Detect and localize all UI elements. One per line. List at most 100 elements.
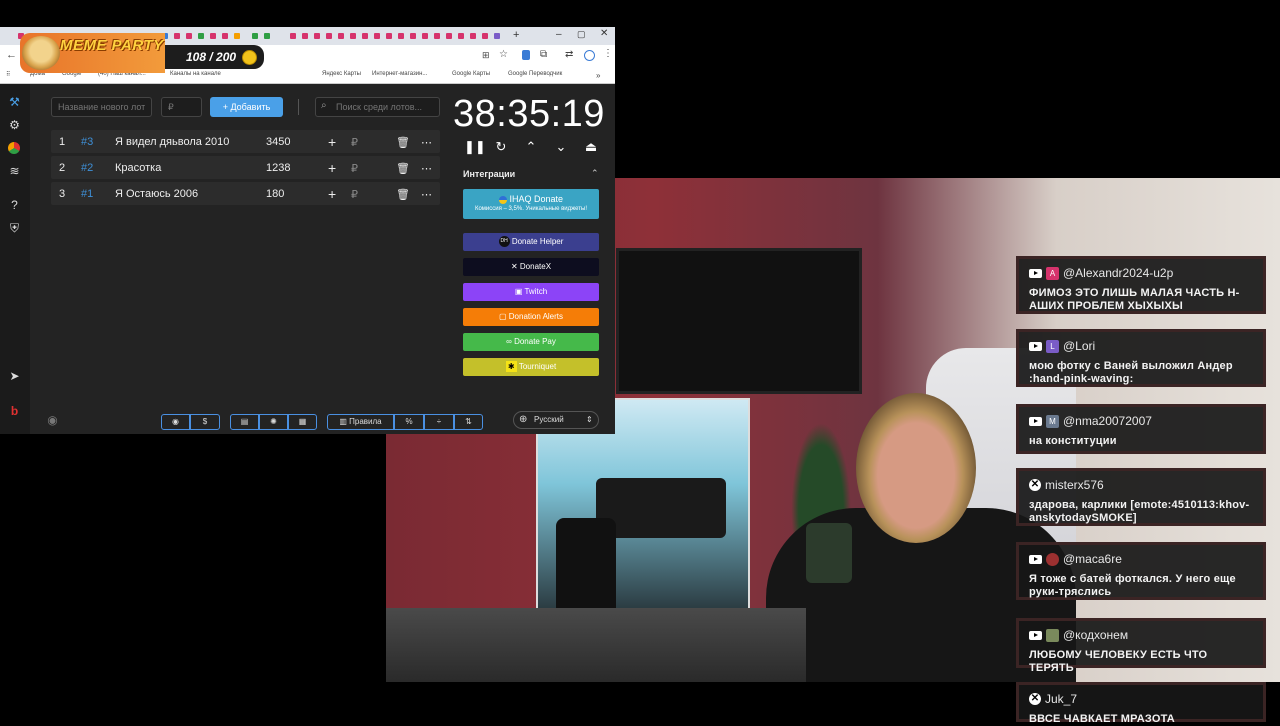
percent-icon[interactable]: % — [394, 414, 424, 430]
avatar: L — [1046, 339, 1059, 353]
lot-name[interactable]: Я видел дяьвола 2010 — [115, 136, 229, 148]
search-input[interactable] — [315, 97, 440, 117]
lot-row[interactable]: 3 #1 Я Остаюсь 2006 180 + ₽ 🗑 ⋯ — [51, 182, 440, 205]
extensions-icon[interactable]: ⧉ — [540, 49, 547, 60]
integration-label: Tourniquet — [518, 362, 557, 371]
trash-icon[interactable]: 🗑 — [396, 136, 410, 149]
menu-icon[interactable]: ⋮ — [603, 48, 613, 59]
lot-name[interactable]: Красотка — [115, 162, 161, 174]
layers-icon[interactable]: ≋ — [8, 165, 21, 178]
add-amount-button[interactable]: + — [328, 186, 336, 202]
twitch-icon: ▣ — [514, 287, 523, 296]
donate-pay-icon: ∞ — [506, 337, 512, 346]
telegram-icon[interactable]: ➤ — [8, 370, 21, 383]
lot-amount[interactable]: 3450 — [266, 136, 290, 148]
ihaq-donate-button[interactable]: IHAQ Donate Комиссия – 3,5%. Уникальные … — [463, 189, 599, 219]
minimize-icon[interactable]: – — [556, 29, 562, 40]
chat-text: мою фотку с Ваней выложил Андер :hand-pi… — [1029, 360, 1233, 385]
new-tab-icon[interactable]: + — [513, 29, 519, 41]
lot-row[interactable]: 1 #3 Я видел дяьвола 2010 3450 + ₽ 🗑 ⋯ — [51, 130, 440, 153]
chat-text: ФИМОЗ ЭТО ЛИШЬ МАЛАЯ ЧАСТЬ Н-АШИХ ПРОБЛЕ… — [1029, 287, 1240, 312]
donatex-button[interactable]: ✕ DonateX — [463, 258, 599, 276]
split-icon[interactable]: ÷ — [424, 414, 454, 430]
clipboard-icon[interactable]: ▤ — [230, 414, 259, 430]
rules-button[interactable]: ▥ Правила — [327, 414, 394, 430]
gear-icon[interactable]: ⚙ — [8, 119, 21, 132]
add-button[interactable]: + Добавить — [210, 97, 283, 117]
amount-input[interactable] — [161, 97, 202, 117]
chat-message: @кодхонем ЛЮБОМУ ЧЕЛОВЕКУ ЕСТЬ ЧТО ТЕРЯТ… — [1016, 618, 1266, 674]
streamer-head — [856, 393, 976, 543]
more-icon[interactable]: ⋯ — [421, 136, 432, 149]
bookmark[interactable]: Интернет-магазин... — [372, 71, 427, 77]
ukraine-flag-icon — [498, 195, 507, 204]
help-icon[interactable]: ? — [8, 199, 21, 212]
chat-username: @Alexandr2024-u2p — [1063, 266, 1174, 280]
profile-icon[interactable] — [584, 50, 595, 61]
lot-row[interactable]: 2 #2 Красотка 1238 + ₽ 🗑 ⋯ — [51, 156, 440, 179]
donate-pay-button[interactable]: ∞ Donate Pay — [463, 333, 599, 351]
chat-message: @maca6re Я тоже с батей фоткался. У него… — [1016, 542, 1266, 600]
boosty-icon[interactable]: b — [8, 405, 21, 418]
shield-check-icon[interactable]: ⛨ — [8, 222, 21, 235]
chat-username: @кодхонем — [1063, 628, 1129, 642]
youtube-icon — [1029, 268, 1042, 278]
bookmark[interactable]: Google Карты — [452, 71, 490, 77]
language-label: Русский — [534, 415, 564, 424]
lot-index: 3 — [59, 188, 66, 200]
maximize-icon[interactable]: ▢ — [577, 29, 586, 40]
language-select[interactable]: ⊕ Русский ⇕ — [513, 411, 599, 429]
apps-icon[interactable]: ⠿ — [6, 71, 10, 78]
star-icon[interactable]: ☆ — [499, 49, 508, 60]
eject-icon[interactable]: ⏏ — [584, 140, 598, 154]
donation-alerts-button[interactable]: ▢ Donation Alerts — [463, 308, 599, 326]
trash-icon[interactable]: 🗑 — [396, 162, 410, 175]
more-icon[interactable]: ⋯ — [421, 188, 432, 201]
browser-window: + – ▢ ✕ ← ⊞ ☆ ⧉ ⇄ ⋮ ⠿ Дома Google (40) Н… — [0, 27, 615, 434]
reset-icon[interactable]: ↻ — [494, 140, 508, 154]
youtube-icon — [1029, 416, 1042, 426]
globe-icon: ⊕ — [519, 414, 528, 425]
shield-icon[interactable] — [522, 50, 530, 60]
add-amount-button[interactable]: + — [328, 134, 336, 150]
more-icon[interactable]: ⋯ — [421, 162, 432, 175]
currency-input[interactable]: ₽ — [351, 188, 358, 201]
pause-icon[interactable]: ❚❚ — [464, 140, 486, 154]
dollar-icon[interactable]: $ — [190, 414, 220, 430]
bookmark[interactable]: Яндекс Карты — [322, 71, 361, 77]
currency-input[interactable]: ₽ — [351, 136, 358, 149]
back-icon[interactable]: ← — [6, 49, 17, 61]
sort-icon[interactable]: ⇅ — [454, 414, 483, 430]
lot-amount[interactable]: 1238 — [266, 162, 290, 174]
github-icon[interactable]: ◉ — [161, 414, 190, 430]
twitch-button[interactable]: ▣ Twitch — [463, 283, 599, 301]
edit-list-icon[interactable]: ▦ — [288, 414, 317, 430]
eye-icon[interactable]: ◉ — [46, 414, 59, 427]
lot-amount[interactable]: 180 — [266, 188, 284, 200]
chevron-up-icon[interactable]: ⌃ — [591, 168, 599, 179]
bug-icon[interactable]: ✺ — [259, 414, 288, 430]
close-icon[interactable]: ✕ — [600, 28, 608, 39]
chevron-up-icon[interactable]: ⌃ — [524, 140, 538, 154]
add-amount-button[interactable]: + — [328, 160, 336, 176]
chat-username: Juk_7 — [1045, 692, 1078, 706]
currency-input[interactable]: ₽ — [351, 162, 358, 175]
chat-message: L @Lori мою фотку с Ваней выложил Андер :… — [1016, 329, 1266, 387]
wheel-icon[interactable] — [8, 142, 20, 154]
cast-icon[interactable]: ⇄ — [565, 49, 573, 60]
bookmark[interactable]: Google Переводчик — [508, 71, 562, 77]
tourniquet-button[interactable]: ✱ Tourniquet — [463, 358, 599, 376]
lot-id: #3 — [81, 136, 94, 148]
lot-name[interactable]: Я Остаюсь 2006 — [115, 188, 198, 200]
lot-index: 1 — [59, 136, 66, 148]
meme-party-title: MEME PARTY — [60, 37, 164, 54]
donate-helper-button[interactable]: DH Donate Helper — [463, 233, 599, 251]
chevron-right-icon[interactable]: » — [596, 71, 600, 80]
hammer-icon[interactable]: ⚒ — [8, 96, 21, 109]
chevron-down-icon[interactable]: ⌄ — [554, 140, 568, 154]
translate-icon[interactable]: ⊞ — [482, 50, 490, 61]
avatar: A — [1046, 266, 1059, 280]
trash-icon[interactable]: 🗑 — [396, 188, 410, 201]
integration-label: Twitch — [524, 287, 548, 296]
new-lot-input[interactable] — [51, 97, 152, 117]
